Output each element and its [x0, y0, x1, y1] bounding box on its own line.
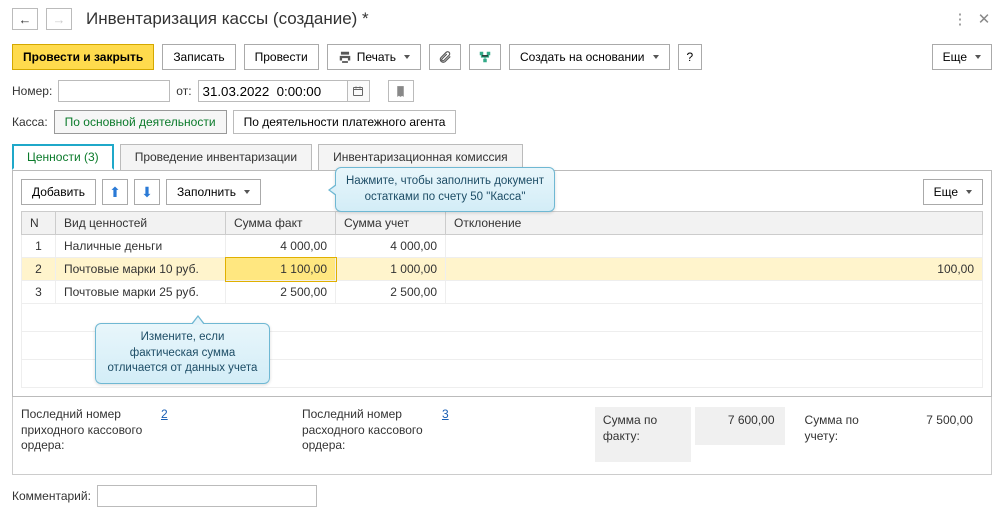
chevron-down-icon	[653, 55, 659, 59]
post-button[interactable]: Провести	[244, 44, 319, 70]
more-label: Еще	[943, 50, 967, 64]
chevron-down-icon	[975, 55, 981, 59]
cell-dev	[446, 235, 983, 258]
move-down-button[interactable]: ⬇	[134, 179, 160, 205]
col-uchet: Сумма учет	[336, 212, 446, 235]
table-row[interactable]: 3 Почтовые марки 25 руб. 2 500,00 2 500,…	[22, 281, 983, 304]
cell-dev	[446, 281, 983, 304]
print-button[interactable]: Печать	[327, 44, 421, 70]
last-outcome-link[interactable]: 3	[442, 407, 449, 421]
comment-label: Комментарий:	[12, 489, 91, 503]
back-button[interactable]: ←	[12, 8, 38, 30]
forward-button[interactable]: →	[46, 8, 72, 30]
cell-kind: Почтовые марки 25 руб.	[56, 281, 226, 304]
table-row[interactable]: 2 Почтовые марки 10 руб. 1 100,00 1 000,…	[22, 258, 983, 281]
tree-icon	[478, 50, 492, 64]
last-income-link[interactable]: 2	[161, 407, 168, 421]
kassa-label: Касса:	[12, 115, 48, 129]
col-dev: Отклонение	[446, 212, 983, 235]
tab-values[interactable]: Ценности (3)	[12, 144, 114, 170]
col-kind: Вид ценностей	[56, 212, 226, 235]
footer: Последний номер приходного кассового орд…	[12, 397, 992, 475]
move-up-button[interactable]: ⬆	[102, 179, 128, 205]
more-button[interactable]: Еще	[932, 44, 992, 70]
chevron-down-icon	[244, 190, 250, 194]
calendar-button[interactable]	[348, 80, 370, 102]
comment-input[interactable]	[97, 485, 317, 507]
main-toolbar: Провести и закрыть Записать Провести Печ…	[12, 44, 992, 70]
cell-n: 1	[22, 235, 56, 258]
hint-edit-fact: Измените, если фактическая сумма отличае…	[95, 323, 270, 384]
sum-fact-label: Сумма по факту:	[595, 407, 691, 462]
create-based-label: Создать на основании	[520, 50, 645, 64]
calendar-icon	[352, 85, 364, 97]
panel-more-button[interactable]: Еще	[923, 179, 983, 205]
cell-n: 3	[22, 281, 56, 304]
print-label: Печать	[357, 50, 396, 64]
col-fact: Сумма факт	[226, 212, 336, 235]
printer-icon	[338, 50, 352, 64]
post-and-close-button[interactable]: Провести и закрыть	[12, 44, 154, 70]
save-button[interactable]: Записать	[162, 44, 235, 70]
panel-more-label: Еще	[934, 185, 958, 199]
cell-fact[interactable]: 4 000,00	[226, 235, 336, 258]
attach-button[interactable]	[429, 44, 461, 70]
cell-uchet: 4 000,00	[336, 235, 446, 258]
page-title: Инвентаризация кассы (создание) *	[86, 9, 369, 29]
cell-dev: 100,00	[446, 258, 983, 281]
last-income-label: Последний номер приходного кассового орд…	[21, 407, 151, 454]
tab-panel: Нажмите, чтобы заполнить документ остатк…	[12, 170, 992, 397]
cell-fact[interactable]: 2 500,00	[226, 281, 336, 304]
kebab-icon[interactable]: ⋮	[952, 10, 968, 28]
tab-inventory[interactable]: Проведение инвентаризации	[120, 144, 312, 170]
arrow-down-icon: ⬇	[141, 184, 153, 201]
arrow-up-icon: ⬆	[109, 184, 121, 201]
sum-fact-value: 7 600,00	[695, 407, 785, 445]
structure-button[interactable]	[469, 44, 501, 70]
cell-n: 2	[22, 258, 56, 281]
cell-fact-active[interactable]: 1 100,00	[226, 258, 336, 281]
kassa-agent-option[interactable]: По деятельности платежного агента	[233, 110, 457, 134]
hint-fill: Нажмите, чтобы заполнить документ остатк…	[335, 167, 555, 212]
chevron-down-icon	[404, 55, 410, 59]
cell-uchet: 2 500,00	[336, 281, 446, 304]
cell-kind: Наличные деньги	[56, 235, 226, 258]
cell-uchet: 1 000,00	[336, 258, 446, 281]
close-icon[interactable]: ✕	[976, 10, 992, 28]
receipt-icon	[394, 85, 407, 98]
chevron-down-icon	[966, 190, 972, 194]
add-row-button[interactable]: Добавить	[21, 179, 96, 205]
paperclip-icon	[438, 50, 452, 64]
number-input[interactable]	[58, 80, 170, 102]
date-input[interactable]	[198, 80, 348, 102]
table-row[interactable]: 1 Наличные деньги 4 000,00 4 000,00	[22, 235, 983, 258]
create-based-button[interactable]: Создать на основании	[509, 44, 670, 70]
col-n: N	[22, 212, 56, 235]
help-button[interactable]: ?	[678, 44, 703, 70]
sum-uchet-value: 7 500,00	[893, 407, 983, 445]
title-bar: ← → Инвентаризация кассы (создание) * ⋮ …	[12, 8, 992, 30]
number-label: Номер:	[12, 84, 52, 98]
cell-kind: Почтовые марки 10 руб.	[56, 258, 226, 281]
last-outcome-label: Последний номер расходного кассового орд…	[302, 407, 432, 454]
fill-label: Заполнить	[177, 185, 236, 199]
fill-button[interactable]: Заполнить	[166, 179, 261, 205]
from-label: от:	[176, 84, 191, 98]
receipt-icon-button[interactable]	[388, 80, 414, 102]
kassa-main-option[interactable]: По основной деятельности	[54, 110, 227, 134]
sum-uchet-label: Сумма по учету:	[797, 407, 889, 462]
